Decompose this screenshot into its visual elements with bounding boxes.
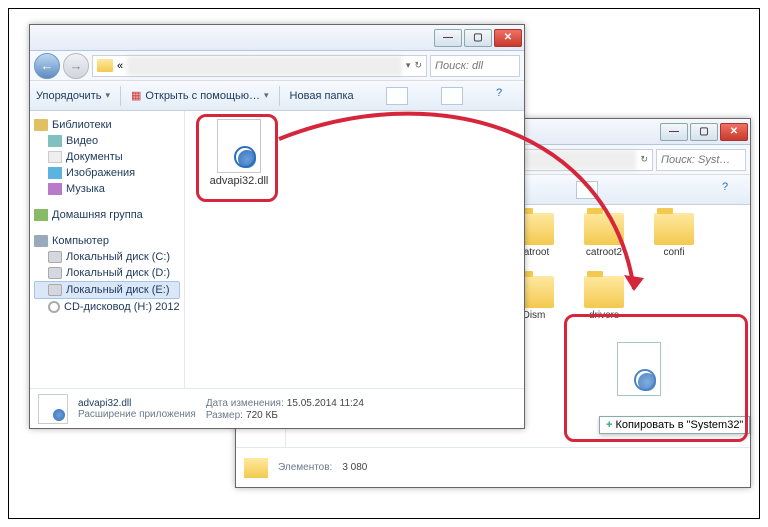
organize-button[interactable]: Упорядочить ▾ xyxy=(36,90,110,102)
maximize-button[interactable]: ▢ xyxy=(464,29,492,47)
search-input[interactable]: Поиск: dll xyxy=(430,55,520,77)
images-icon xyxy=(48,167,62,179)
folder-item[interactable]: confi xyxy=(644,213,704,258)
folder-item[interactable]: catroot2 xyxy=(574,213,634,258)
status-bar: advapi32.dll Расширение приложения Дата … xyxy=(30,388,524,428)
close-button[interactable]: ✕ xyxy=(494,29,522,47)
folder-icon xyxy=(97,59,113,72)
preview-pane-button[interactable] xyxy=(441,87,463,105)
titlebar: — ▢ ✕ xyxy=(30,25,524,51)
music-icon xyxy=(48,183,62,195)
nav-pane[interactable]: Библиотеки Видео Документы Изображения М… xyxy=(30,111,185,388)
explorer-window-source[interactable]: — ▢ ✕ ← → « ▾ ↻ Поиск: dll Упорядочить ▾… xyxy=(29,24,525,429)
nav-music[interactable]: Музыка xyxy=(34,181,180,197)
view-options-button[interactable] xyxy=(386,87,408,105)
nav-cd-drive[interactable]: CD-дисковод (H:) 2012 xyxy=(34,299,180,315)
toolbar: Упорядочить ▾ ▦ Открыть с помощью… ▾ Нов… xyxy=(30,81,524,111)
minimize-button[interactable]: — xyxy=(660,123,688,141)
status-file-icon xyxy=(38,394,68,424)
address-bar: ← → « ▾ ↻ Поиск: dll xyxy=(30,51,524,81)
minimize-button[interactable]: — xyxy=(434,29,462,47)
documents-icon xyxy=(48,151,62,163)
close-button[interactable]: ✕ xyxy=(720,123,748,141)
nav-disk-d[interactable]: Локальный диск (D:) xyxy=(34,265,180,281)
disk-icon xyxy=(48,284,62,296)
forward-button[interactable]: → xyxy=(63,53,89,79)
libraries-head[interactable]: Библиотеки xyxy=(34,117,180,133)
computer-head[interactable]: Компьютер xyxy=(34,233,180,249)
status-count-label: Элементов: xyxy=(278,462,332,473)
open-with-button[interactable]: ▦ Открыть с помощью… ▾ xyxy=(131,89,269,102)
dll-file-icon xyxy=(217,119,261,173)
refresh-icon[interactable]: ↻ xyxy=(414,60,422,71)
status-count-value: 3 080 xyxy=(342,462,367,473)
nav-disk-c[interactable]: Локальный диск (C:) xyxy=(34,249,180,265)
preview-pane-button[interactable] xyxy=(576,181,598,199)
folder-icon xyxy=(654,213,694,245)
help-button[interactable]: ? xyxy=(496,87,518,105)
status-file-type: Расширение приложения xyxy=(78,409,196,420)
libraries-icon xyxy=(34,119,48,131)
nav-video[interactable]: Видео xyxy=(34,133,180,149)
status-file-name: advapi32.dll xyxy=(78,398,131,409)
nav-documents[interactable]: Документы xyxy=(34,149,180,165)
folder-icon xyxy=(584,276,624,308)
folder-icon xyxy=(244,458,268,478)
new-folder-button[interactable]: Новая папка xyxy=(290,90,354,102)
refresh-icon[interactable]: ↻ xyxy=(640,154,648,165)
folder-item[interactable]: drivers xyxy=(574,276,634,321)
disk-icon xyxy=(48,267,62,279)
plus-icon: + xyxy=(606,419,612,431)
nav-disk-e[interactable]: Локальный диск (E:) xyxy=(34,281,180,299)
computer-icon xyxy=(34,235,48,247)
nav-images[interactable]: Изображения xyxy=(34,165,180,181)
back-button[interactable]: ← xyxy=(34,53,60,79)
drag-ghost xyxy=(617,342,661,396)
drop-tooltip: +Копировать в "System32" xyxy=(599,416,750,434)
file-advapi32[interactable]: advapi32.dll xyxy=(203,119,275,187)
file-label: advapi32.dll xyxy=(210,175,269,187)
homegroup-icon xyxy=(34,209,48,221)
breadcrumb[interactable]: « ▾ ↻ xyxy=(92,55,427,77)
homegroup-head[interactable]: Домашняя группа xyxy=(34,207,180,223)
file-list[interactable]: advapi32.dll xyxy=(185,111,524,388)
folder-icon xyxy=(584,213,624,245)
video-icon xyxy=(48,135,62,147)
status-bar: Элементов: 3 080 xyxy=(236,447,750,487)
help-button[interactable]: ? xyxy=(722,181,744,199)
window-body: Библиотеки Видео Документы Изображения М… xyxy=(30,111,524,388)
search-input[interactable]: Поиск: Syst… xyxy=(656,149,746,171)
cd-icon xyxy=(48,301,60,313)
disk-icon xyxy=(48,251,62,263)
maximize-button[interactable]: ▢ xyxy=(690,123,718,141)
